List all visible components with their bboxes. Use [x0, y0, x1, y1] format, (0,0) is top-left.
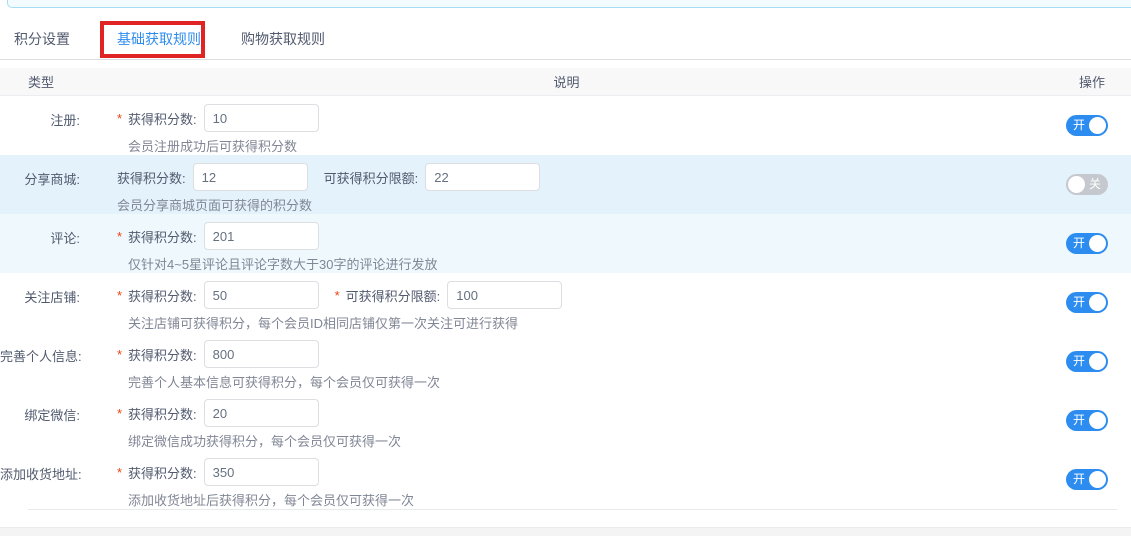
points-settings-page: 积分设置 基础获取规则 购物获取规则 类型 说明 操作 注册: *获得积分数: …: [0, 0, 1131, 536]
row-type-label: 添加收货地址:: [0, 450, 80, 509]
field-label: 获得积分数:: [128, 463, 197, 482]
required-asterisk: *: [117, 347, 128, 362]
table-row: 完善个人信息: *获得积分数: 完善个人基本信息可获得积分，每个会员仅可获得一次…: [0, 332, 1131, 391]
row-fields: *获得积分数:*可获得积分限额:: [117, 281, 1043, 309]
toggle-switch[interactable]: 关: [1066, 174, 1108, 195]
footer-bar: [0, 527, 1131, 536]
toggle-label: 关: [1089, 174, 1101, 195]
field-label: 获得积分数:: [117, 168, 186, 187]
field-label: 获得积分数:: [128, 227, 197, 246]
toggle-label: 开: [1073, 115, 1085, 136]
points-input[interactable]: [204, 222, 319, 250]
field-label: 获得积分数:: [128, 345, 197, 364]
toggle-knob: [1089, 235, 1106, 252]
tab-shopping-acquisition-rules[interactable]: 购物获取规则: [241, 29, 325, 49]
points-input[interactable]: [204, 458, 319, 486]
points-input[interactable]: [425, 163, 540, 191]
row-description: 完善个人基本信息可获得积分，每个会员仅可获得一次: [128, 372, 1043, 391]
required-asterisk: *: [117, 288, 128, 303]
row-type-label: 完善个人信息:: [0, 332, 80, 391]
tab-basic-acquisition-rules[interactable]: 基础获取规则: [117, 29, 201, 49]
row-description: 绑定微信成功获得积分，每个会员仅可获得一次: [128, 431, 1043, 450]
required-asterisk: *: [117, 465, 128, 480]
row-type-label: 分享商城:: [0, 155, 80, 214]
row-fields: *获得积分数:: [117, 222, 1043, 250]
row-fields: *获得积分数:: [117, 399, 1043, 427]
row-description: 会员分享商城页面可获得的积分数: [117, 195, 1043, 214]
table-row: 评论: *获得积分数: 仅针对4~5星评论且评论字数大于30字的评论进行发放 开: [0, 214, 1131, 273]
field-label: 获得积分数:: [128, 404, 197, 423]
table-row: 添加收货地址: *获得积分数: 添加收货地址后获得积分，每个会员仅可获得一次 开: [0, 450, 1131, 509]
toggle-switch[interactable]: 开: [1066, 469, 1108, 490]
header-description: 说明: [54, 72, 1079, 91]
required-asterisk: *: [117, 111, 128, 126]
rules-table: 类型 说明 操作 注册: *获得积分数: 会员注册成功后可获得积分数 开 分享商…: [0, 68, 1131, 510]
toggle-label: 开: [1073, 233, 1085, 254]
points-input[interactable]: [204, 340, 319, 368]
toggle-label: 开: [1073, 351, 1085, 372]
field-label: 可获得积分限额:: [346, 286, 441, 305]
table-row: 分享商城: 获得积分数: 可获得积分限额: 会员分享商城页面可获得的积分数 关: [0, 155, 1131, 214]
required-asterisk: *: [117, 406, 128, 421]
row-type-label: 关注店铺:: [0, 273, 80, 332]
info-alert-remnant: [7, 0, 1131, 8]
points-input[interactable]: [447, 281, 562, 309]
tab-points-settings[interactable]: 积分设置: [14, 29, 70, 49]
row-description: 添加收货地址后获得积分，每个会员仅可获得一次: [128, 490, 1043, 509]
tab-bar: 积分设置 基础获取规则 购物获取规则: [0, 8, 1131, 60]
header-type: 类型: [28, 72, 54, 91]
row-type-label: 注册:: [0, 96, 80, 155]
toggle-knob: [1089, 471, 1106, 488]
row-fields: *获得积分数:: [117, 340, 1043, 368]
toggle-knob: [1089, 412, 1106, 429]
field-label: 获得积分数:: [128, 109, 197, 128]
row-description: 仅针对4~5星评论且评论字数大于30字的评论进行发放: [128, 254, 1043, 273]
row-type-label: 绑定微信:: [0, 391, 80, 450]
toggle-label: 开: [1073, 292, 1085, 313]
required-asterisk: *: [117, 229, 128, 244]
row-fields: 获得积分数: 可获得积分限额:: [117, 163, 1043, 191]
row-fields: *获得积分数:: [117, 104, 1043, 132]
points-input[interactable]: [193, 163, 308, 191]
table-row: 绑定微信: *获得积分数: 绑定微信成功获得积分，每个会员仅可获得一次 开: [0, 391, 1131, 450]
toggle-label: 开: [1073, 410, 1085, 431]
toggle-knob: [1089, 294, 1106, 311]
points-input[interactable]: [204, 104, 319, 132]
row-description: 关注店铺可获得积分，每个会员ID相同店铺仅第一次关注可进行获得: [128, 313, 1043, 332]
toggle-knob: [1089, 353, 1106, 370]
table-row: 注册: *获得积分数: 会员注册成功后可获得积分数 开: [0, 96, 1131, 155]
points-input[interactable]: [204, 399, 319, 427]
toggle-switch[interactable]: 开: [1066, 351, 1108, 372]
row-type-label: 评论:: [0, 214, 80, 273]
row-description: 会员注册成功后可获得积分数: [128, 136, 1043, 155]
field-label: 获得积分数:: [128, 286, 197, 305]
required-asterisk: *: [335, 288, 346, 303]
toggle-knob: [1089, 117, 1106, 134]
table-bottom-divider: [28, 509, 1117, 510]
row-fields: *获得积分数:: [117, 458, 1043, 486]
toggle-switch[interactable]: 开: [1066, 233, 1108, 254]
header-action: 操作: [1079, 72, 1105, 91]
field-label: 可获得积分限额:: [324, 168, 419, 187]
table-header: 类型 说明 操作: [0, 68, 1131, 96]
toggle-knob: [1068, 176, 1085, 193]
toggle-label: 开: [1073, 469, 1085, 490]
toggle-switch[interactable]: 开: [1066, 410, 1108, 431]
table-row: 关注店铺: *获得积分数:*可获得积分限额: 关注店铺可获得积分，每个会员ID相…: [0, 273, 1131, 332]
points-input[interactable]: [204, 281, 319, 309]
table-body: 注册: *获得积分数: 会员注册成功后可获得积分数 开 分享商城: 获得积分数:…: [0, 96, 1131, 509]
toggle-switch[interactable]: 开: [1066, 292, 1108, 313]
toggle-switch[interactable]: 开: [1066, 115, 1108, 136]
